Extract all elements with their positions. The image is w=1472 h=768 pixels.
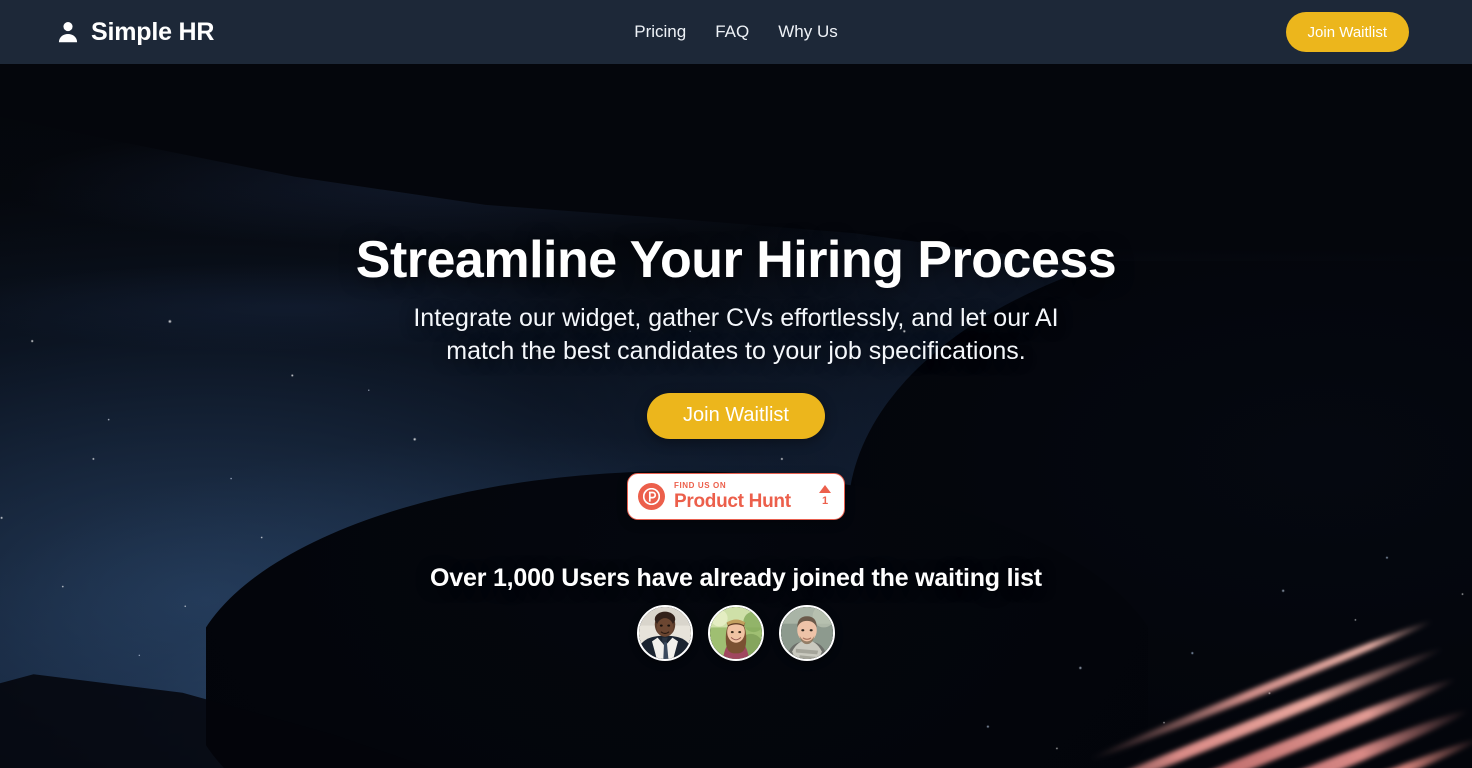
page-root: Simple HR Pricing FAQ Why Us Join Waitli… xyxy=(0,0,1472,768)
hero-subtitle: Integrate our widget, gather CVs effortl… xyxy=(413,304,1059,366)
product-hunt-upvote[interactable]: 1 xyxy=(819,485,833,507)
social-proof-avatars xyxy=(637,604,835,661)
upvote-triangle-icon xyxy=(819,485,831,494)
hero-join-waitlist-button[interactable]: Join Waitlist xyxy=(647,392,825,439)
social-proof-text: Over 1,000 Users have already joined the… xyxy=(430,563,1042,592)
hero-title: Streamline Your Hiring Process xyxy=(355,231,1117,289)
main-navigation: Pricing FAQ Why Us xyxy=(634,22,837,42)
site-header: Simple HR Pricing FAQ Why Us Join Waitli… xyxy=(0,0,1472,64)
product-hunt-badge[interactable]: FIND US ON Product Hunt 1 xyxy=(627,472,845,520)
product-hunt-eyebrow: FIND US ON xyxy=(674,480,727,490)
product-hunt-upvote-count: 1 xyxy=(821,495,829,508)
avatar-user-3[interactable] xyxy=(779,604,835,661)
avatar-user-2[interactable] xyxy=(708,604,764,661)
brand-name: Simple HR xyxy=(91,17,215,46)
header-join-waitlist-button[interactable]: Join Waitlist xyxy=(1285,12,1409,52)
nav-item-faq[interactable]: FAQ xyxy=(715,22,749,42)
product-hunt-name: Product Hunt xyxy=(674,490,791,512)
product-hunt-text: FIND US ON Product Hunt xyxy=(674,480,791,512)
hero-section: Streamline Your Hiring Process Integrate… xyxy=(0,64,1472,768)
brand-logo[interactable]: Simple HR xyxy=(55,18,214,47)
product-hunt-p-icon xyxy=(638,482,665,510)
user-icon xyxy=(55,19,81,45)
avatar-user-1[interactable] xyxy=(637,604,693,661)
nav-item-pricing[interactable]: Pricing xyxy=(634,22,686,42)
nav-item-why-us[interactable]: Why Us xyxy=(778,22,838,42)
